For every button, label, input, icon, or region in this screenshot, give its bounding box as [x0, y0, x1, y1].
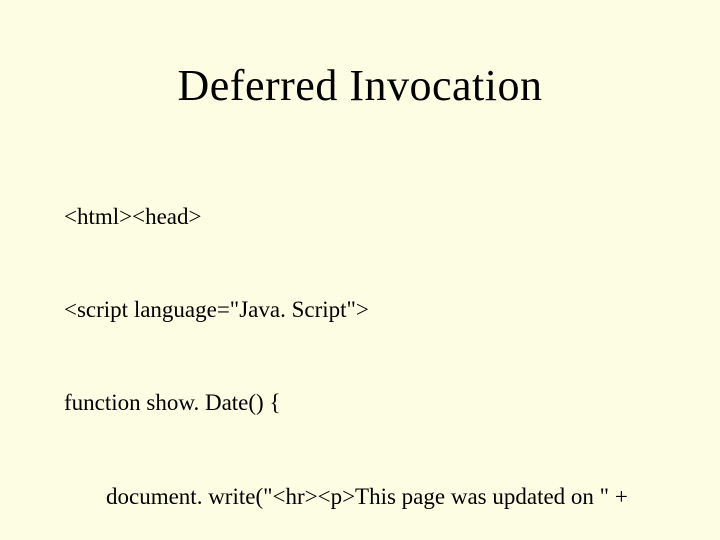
- code-line: <script language="Java. Script">: [64, 294, 656, 325]
- code-block: <html><head> <script language="Java. Scr…: [64, 139, 656, 540]
- slide: Deferred Invocation <html><head> <script…: [0, 0, 720, 540]
- slide-title: Deferred Invocation: [64, 60, 656, 111]
- code-line-indent: document. write("<hr><p>This page was up…: [64, 481, 656, 512]
- code-line: <html><head>: [64, 201, 656, 232]
- code-line: function show. Date() {: [64, 387, 656, 418]
